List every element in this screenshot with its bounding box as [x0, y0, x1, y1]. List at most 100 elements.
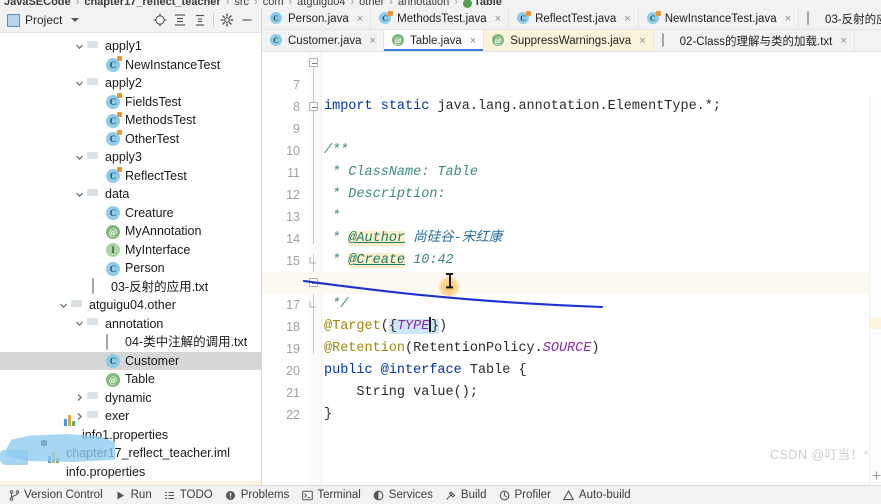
expand-all-icon[interactable] — [170, 10, 190, 30]
properties-file-icon — [63, 421, 78, 442]
tree-row[interactable]: C FieldsTest — [0, 93, 261, 112]
hide-panel-icon[interactable] — [237, 10, 257, 30]
status-label: Version Control — [24, 489, 103, 501]
tree-row[interactable]: annotation — [0, 315, 261, 334]
settings-gear-icon[interactable] — [217, 10, 237, 30]
breadcrumb-item-module[interactable]: chapter17_reflect_teacher — [84, 0, 220, 8]
status-autobuild[interactable]: Auto-build — [561, 489, 641, 501]
editor-tab-row-2[interactable]: C Customer.java × @ Table.java × @ Suppr… — [262, 30, 881, 52]
close-icon[interactable]: × — [470, 35, 476, 47]
chevron-down-icon[interactable] — [74, 78, 85, 89]
status-problems[interactable]: Problems — [223, 489, 300, 501]
status-build[interactable]: Build — [443, 489, 497, 501]
status-profiler[interactable]: Profiler — [496, 489, 560, 501]
close-icon[interactable]: × — [357, 13, 363, 25]
code-text[interactable]: 7 import static java.lang.annotation.Ele… — [262, 52, 881, 485]
tree-item-label: NewInstanceTest — [125, 57, 221, 72]
fold-marker-javadoc-end[interactable] — [309, 256, 318, 265]
status-run[interactable]: Run — [113, 489, 162, 501]
fold-marker-import[interactable] — [309, 58, 318, 67]
locate-icon[interactable] — [150, 10, 170, 30]
tree-row[interactable]: info1.properties — [0, 421, 261, 445]
close-icon[interactable]: × — [495, 13, 501, 25]
tree-row[interactable]: I MyInterface — [0, 241, 261, 260]
collapse-all-icon[interactable] — [190, 10, 210, 30]
breadcrumb-item-other[interactable]: other — [359, 0, 384, 8]
tree-row[interactable]: apply2 — [0, 74, 261, 93]
status-terminal[interactable]: Terminal — [299, 489, 370, 501]
close-icon[interactable]: × — [639, 35, 645, 47]
chevron-down-icon[interactable] — [58, 300, 69, 311]
tab-person-java[interactable]: C Person.java × — [262, 8, 372, 29]
tab-suppresswarnings-java[interactable]: @ SuppressWarnings.java × — [484, 30, 654, 51]
tab-customer-java[interactable]: C Customer.java × — [262, 30, 384, 51]
fold-marker-annotations[interactable] — [309, 278, 318, 287]
close-icon[interactable]: × — [624, 13, 630, 25]
tree-row[interactable]: C OtherTest — [0, 130, 261, 149]
tab-table-java[interactable]: @ Table.java × — [383, 30, 485, 51]
fold-marker-javadoc[interactable] — [309, 102, 318, 111]
tab-newinstancetest-java[interactable]: C NewInstanceTest.java × — [639, 8, 800, 29]
code-line: 12 * — [262, 162, 881, 224]
java-class-icon: C — [106, 167, 122, 184]
tree-row[interactable]: C Creature — [0, 204, 261, 223]
tree-row[interactable]: data — [0, 185, 261, 204]
chevron-right-icon[interactable] — [74, 392, 85, 403]
status-services[interactable]: Services — [371, 489, 443, 501]
breadcrumb-item-annotation[interactable]: annotation — [398, 0, 449, 8]
tree-item-label: data — [105, 187, 130, 201]
tab-methodstest-java[interactable]: C MethodsTest.java × — [371, 8, 510, 29]
tree-row[interactable]: chapter17_reflect_teacher.iml — [0, 444, 261, 463]
editor-tab-row-1[interactable]: C Person.java × C MethodsTest.java × C R… — [262, 8, 881, 30]
annotation-icon: @ — [391, 34, 405, 47]
chevron-down-icon[interactable] — [74, 152, 85, 163]
java-class-icon: C — [379, 11, 394, 25]
tab-02-class-txt[interactable]: 02-Class的理解与类的加载.txt × — [654, 30, 855, 51]
status-todo[interactable]: TODO — [162, 489, 223, 501]
java-class-icon: C — [517, 11, 532, 25]
tab-reflecttest-java[interactable]: C ReflectTest.java × — [509, 8, 639, 29]
tree-row[interactable]: info.properties — [0, 458, 261, 482]
tree-row[interactable]: C NewInstanceTest — [0, 56, 261, 75]
breadcrumb-item-table[interactable]: Table — [474, 0, 502, 8]
tree-row[interactable]: exer — [0, 407, 261, 426]
code-line: 20 String value(); — [262, 338, 881, 400]
tree-row[interactable]: apply1 — [0, 37, 261, 56]
project-tree[interactable]: apply1 C NewInstanceTest apply2 C Fields… — [0, 33, 261, 485]
tree-row[interactable]: C Person — [0, 259, 261, 278]
status-label: Auto-build — [578, 489, 631, 501]
tree-row[interactable]: 04-类中注解的调用.txt — [0, 333, 261, 352]
code-editor[interactable]: 7 import static java.lang.annotation.Ele… — [262, 52, 881, 485]
close-icon[interactable]: × — [840, 35, 846, 47]
close-icon[interactable]: × — [370, 35, 376, 47]
project-title-group[interactable]: Project — [4, 13, 80, 27]
chevron-right-icon[interactable] — [74, 411, 85, 422]
tree-row[interactable]: @ Table — [0, 370, 261, 389]
close-icon[interactable]: × — [785, 13, 791, 25]
editor-area: C Person.java × C MethodsTest.java × C R… — [262, 8, 881, 485]
tree-row[interactable]: @ MyAnnotation — [0, 222, 261, 241]
tree-row[interactable]: apply3 — [0, 148, 261, 167]
breadcrumb-item-project[interactable]: JavaSECode — [4, 0, 71, 8]
error-stripe-scrollbar[interactable] — [869, 96, 881, 485]
fold-marker-retention[interactable] — [309, 300, 318, 309]
tree-row[interactable]: C MethodsTest — [0, 111, 261, 130]
inspection-status-icon[interactable] — [872, 471, 881, 480]
tree-row[interactable]: C ReflectTest — [0, 167, 261, 186]
tree-item-label: apply3 — [105, 150, 142, 164]
tree-row-customer[interactable]: C Customer — [0, 351, 261, 370]
tree-item-label: annotation — [105, 316, 164, 331]
breadcrumb-item-com[interactable]: com — [263, 0, 284, 8]
chevron-down-icon[interactable] — [71, 18, 80, 22]
tree-row[interactable]: dynamic — [0, 389, 261, 408]
breadcrumb-item-atguigu04[interactable]: atguigu04 — [297, 0, 345, 8]
tree-row[interactable]: 03-反射的应用.txt — [0, 278, 261, 297]
chevron-down-icon[interactable] — [74, 189, 85, 200]
tree-row[interactable]: atguigu04.other — [0, 296, 261, 315]
breadcrumb-item-src[interactable]: src — [234, 0, 249, 8]
chevron-down-icon[interactable] — [74, 41, 85, 52]
tab-03-fanshe-txt[interactable]: 03-反射的应用.txt × — [799, 8, 881, 29]
chevron-down-icon[interactable] — [74, 318, 85, 329]
status-version-control[interactable]: Version Control — [6, 489, 113, 501]
status-bar[interactable]: Version Control Run TODO Problems Termin… — [0, 485, 881, 504]
